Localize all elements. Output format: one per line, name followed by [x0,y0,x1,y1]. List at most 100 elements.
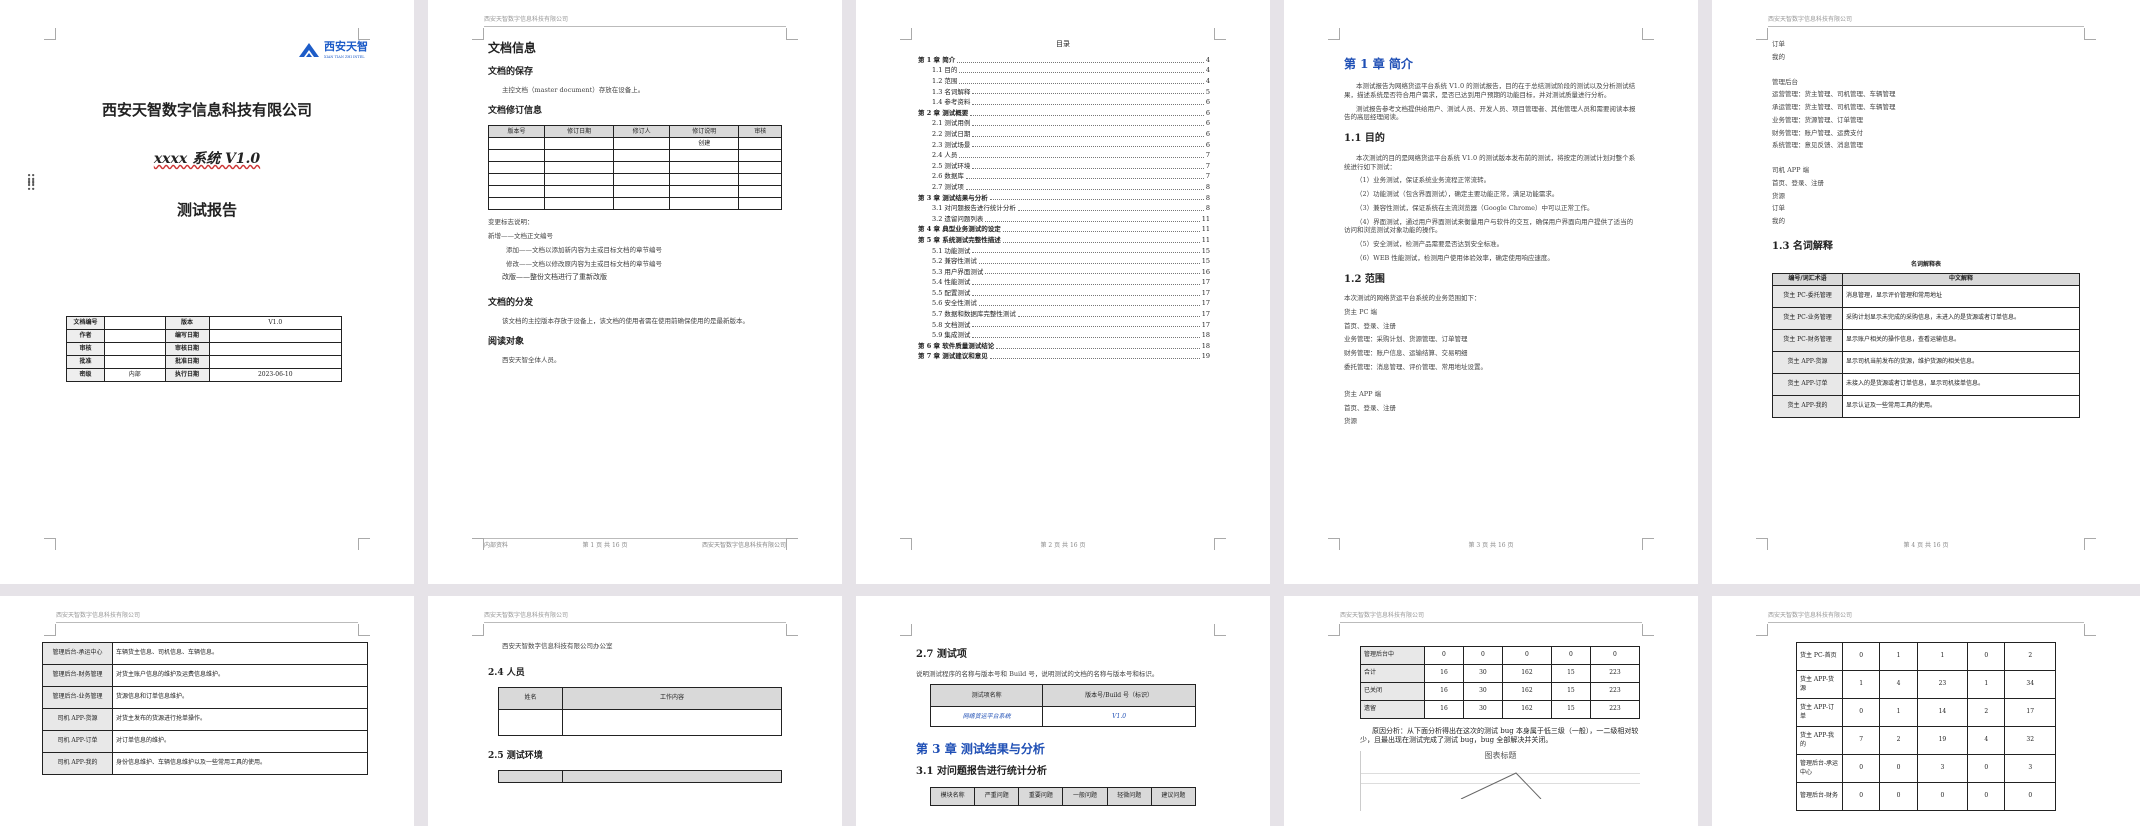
toc-entry[interactable]: 5.7 数据和数据库完整性测试 17 [918,308,1210,319]
crop-mark [900,624,912,636]
table-cell: 1 [1841,670,1881,699]
table-cell: 管理后台-财务管理 [42,664,113,687]
table-cell: 创建 [669,137,740,151]
table-cell [208,342,343,356]
table-cell [613,197,671,211]
toc-entry[interactable]: 5.8 文档测试 17 [918,319,1210,330]
table-cell [498,770,563,784]
page-intro[interactable]: 第 1 章 简介 本测试报告为网络货运平台系统 V1.0 的测试报告，目的在于总… [1284,0,1698,584]
scope-item: 货主 APP 端 [1344,389,1382,398]
toc-leader [972,252,1200,254]
table-cell: 1 [1879,698,1918,727]
table-cell: 未接入的是货源或者订单信息，显示司机接单信息。 [1842,372,2080,396]
toc-leader [989,199,1204,201]
toc-entry[interactable]: 5.4 性能测试 17 [918,276,1210,287]
toc-entry[interactable]: 2.2 测试日期 6 [918,128,1210,139]
env-table [498,770,782,784]
toc-entry[interactable]: 第 3 章 测试结果与分析 8 [918,192,1210,203]
toc-entry-label: 5.5 配置测试 [932,288,971,297]
toc-entry[interactable]: 3.2 遗留问题列表 11 [918,213,1210,224]
page-docinfo[interactable]: 西安天智数字信息科技有限公司 文档信息 文档的保存 主控文档（master do… [428,0,842,584]
page-terms-continued[interactable]: 西安天智数字信息科技有限公司 管理后台-承运中心 车辆货主信息、司机信息、车辆信息… [0,596,414,826]
toc-entry-label: 第 5 章 系统测试完整性描述 [918,235,1001,244]
toc-entry[interactable]: 第 5 章 系统测试完整性描述 11 [918,234,1210,245]
table-cell: 1 [1916,642,1969,671]
page-statistics[interactable]: 西安天智数字信息科技有限公司 管理后台中 0 0 0 0 0 合计 16 30 162 15 223 已… [1284,596,1698,826]
toc-list: 第 1 章 简介 4 1.1 目的 4 1.2 范围 4 1.3 名词解释 5 1.4 参考资料… [918,54,1210,361]
page-module-stats[interactable]: 西安天智数字信息科技有限公司 货主 PC-首页 0 1 1 0 2 货主 APP-货源 1 4 2… [1712,596,2140,826]
toc-entry[interactable]: 1.4 参考资料 6 [918,96,1210,107]
table-row: 货主 APP-货源 显示司机当前发布的货源，维护货源的相关信息。 [1772,350,2080,374]
toc-entry-page: 5 [1205,87,1210,96]
page-test-items[interactable]: 2.7 测试项 说明测试程序的名称与版本号和 Build 号，说明测试的文档的名… [856,596,1270,826]
chart-area: 图表标题 [1360,750,1640,811]
column-header: 版本号 [488,125,545,139]
table-row: 管理后台-业务管理 货源信息和订单信息维护。 [42,686,368,709]
table-cell [104,329,166,343]
toc-entry[interactable]: 第 4 章 典型业务测试的设定 11 [918,224,1210,235]
toc-entry[interactable]: 第 2 章 测试概要 6 [918,107,1210,118]
toc-entry-label: 3.1 对问题报告进行统计分析 [932,204,1016,213]
toc-entry[interactable]: 第 7 章 测试建议和意见 19 [918,351,1210,362]
scope-continued: 订单 我的 管理后台 运营管理：货主管理、司机管理、车辆管理 承运管理：货主管理、司机管… [1772,40,2080,226]
page-cover[interactable]: 西安天智 XIAN TIAN ZHI INTEL ⠿ ⠿ 西安天智数字信息科技有限… [0,0,414,584]
toc-entry[interactable]: 2.4 人员 7 [918,149,1210,160]
table-cell [613,137,671,151]
toc-entry-page: 18 [1201,341,1210,350]
document-pages: 西安天智 XIAN TIAN ZHI INTEL ⠿ ⠿ 西安天智数字信息科技有限… [0,0,2140,826]
table-cell: 货主 PC-委托管理 [1772,284,1843,308]
crop-mark [1642,624,1654,636]
section-heading: 2.4 人员 [488,667,525,678]
toc-entry[interactable]: 5.1 功能测试 15 [918,245,1210,256]
crop-mark [472,538,484,550]
table-cell [488,185,545,199]
toc-entry[interactable]: 1.2 范围 4 [918,75,1210,86]
table-row: 货主 PC-业务管理 采购计划显示未完成的采购信息，未进入的是货源或者订单信息。 [1772,306,2080,330]
toc-entry-page: 4 [1205,55,1210,64]
table-cell [104,316,166,330]
toc-entry-page: 4 [1205,77,1210,86]
toc-leader [959,82,1204,84]
purpose-item: （2）功能测试（包含界面测试），确定主要功能正常，满足功能需求。 [1356,190,1559,199]
logo-icon [299,42,319,57]
toc-leader [972,294,1200,296]
crop-mark [786,624,798,636]
table-row [488,149,782,163]
toc-leader [959,156,1204,158]
toc-entry[interactable]: 5.3 用户界面测试 16 [918,266,1210,277]
toc-entry[interactable]: 2.6 数据库 7 [918,171,1210,182]
toc-entry[interactable]: 5.5 配置测试 17 [918,287,1210,298]
toc-entry[interactable]: 5.9 集成测试 18 [918,329,1210,340]
toc-entry[interactable]: 第 1 章 简介 4 [918,54,1210,65]
table-row: 货主 APP-订单 未接入的是货源或者订单信息，显示司机接单信息。 [1772,372,2080,396]
company-logo: 西安天智 XIAN TIAN ZHI INTEL [297,40,368,60]
toc-entry[interactable]: 1.1 目的 4 [918,65,1210,76]
page-toc[interactable]: 目录 第 1 章 简介 4 1.1 目的 4 1.2 范围 4 1.3 名词解释 5 1.4 参… [856,0,1270,584]
toc-entry[interactable]: 2.7 测试项 8 [918,181,1210,192]
table-row: 管理后台-承运中心 0 0 3 0 3 [1796,754,2056,783]
toc-entry[interactable]: 3.1 对问题报告进行统计分析 8 [918,202,1210,213]
crop-mark [1756,538,1768,550]
toc-entry[interactable]: 1.3 名词解释 5 [918,86,1210,97]
section-heading: 2.5 测试环境 [488,750,543,761]
crop-mark [1328,624,1340,636]
table-cell: 4 [1967,726,2006,755]
page-terms[interactable]: 西安天智数字信息科技有限公司 订单 我的 管理后台 运营管理：货主管理、司机管理、车辆… [1712,0,2140,584]
drag-handle[interactable]: ⠿ ⠿ [26,174,36,194]
toc-entry-label: 2.2 测试日期 [932,129,971,138]
toc-entry[interactable]: 第 6 章 软件质量测试结论 18 [918,340,1210,351]
table-row: 作者 编写日期 [66,329,343,343]
toc-entry-page: 17 [1201,278,1210,287]
table-cell: 30 [1462,664,1503,683]
toc-entry-page: 11 [1201,235,1210,244]
toc-entry-label: 第 2 章 测试概要 [918,108,969,117]
column-header: 模块名称 [929,786,976,806]
toc-entry[interactable]: 5.2 兼容性测试 15 [918,255,1210,266]
toc-entry[interactable]: 2.5 测试环境 7 [918,160,1210,171]
toc-entry[interactable]: 2.1 测试用例 6 [918,118,1210,129]
toc-entry-page: 16 [1201,267,1210,276]
toc-entry[interactable]: 5.6 安全性测试 17 [918,298,1210,309]
toc-entry[interactable]: 2.3 测试场景 6 [918,139,1210,150]
page-personnel[interactable]: 西安天智数字信息科技有限公司 西安天智数字信息科技有限公司办公室 2.4 人员 … [428,596,842,826]
table-cell: 货主 APP-订单 [1772,372,1843,396]
